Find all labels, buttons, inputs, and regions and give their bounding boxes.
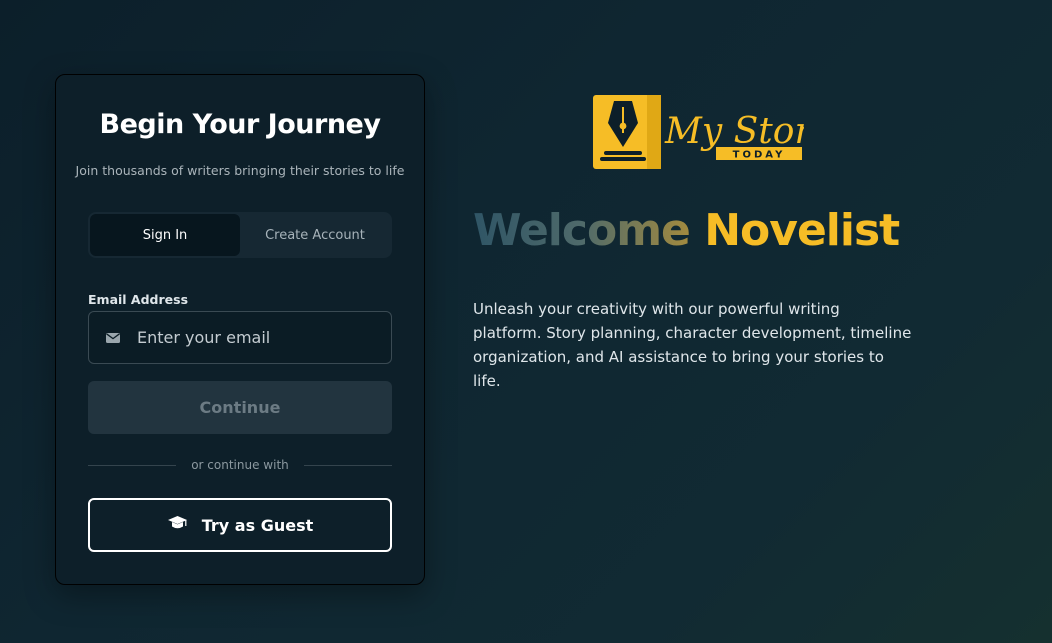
- divider-line-right: [304, 464, 392, 466]
- my-story-today-logo: My Story TODAY: [592, 93, 833, 171]
- auth-card: Begin Your Journey Join thousands of wri…: [55, 74, 425, 585]
- divider: or continue with: [88, 457, 392, 473]
- welcome-word: Welcome: [473, 205, 691, 256]
- card-subtitle: Join thousands of writers bringing their…: [75, 163, 405, 178]
- hero-description: Unleash your creativity with our powerfu…: [473, 300, 912, 390]
- novelist-word: Novelist: [704, 205, 900, 256]
- email-field-wrapper: [88, 311, 392, 364]
- divider-text: or continue with: [191, 458, 289, 472]
- graduation-cap-icon: [167, 515, 188, 535]
- fountain-pen-nib-icon: [593, 95, 661, 169]
- welcome-heading: Welcome Novelist: [473, 205, 900, 256]
- tab-sign-in[interactable]: Sign In: [90, 214, 240, 256]
- continue-button[interactable]: Continue: [88, 381, 392, 434]
- tab-create-account[interactable]: Create Account: [240, 214, 390, 256]
- mail-icon: [89, 332, 137, 343]
- email-input[interactable]: [137, 312, 391, 363]
- card-title: Begin Your Journey: [99, 109, 381, 140]
- auth-tabs: Sign In Create Account: [88, 212, 392, 258]
- divider-line-left: [88, 464, 176, 466]
- logo-badge: TODAY: [733, 150, 786, 161]
- try-as-guest-label: Try as Guest: [201, 515, 314, 535]
- try-as-guest-button[interactable]: Try as Guest: [88, 498, 392, 552]
- logo-wordmark: My Story: [664, 111, 804, 152]
- email-label: Email Address: [88, 292, 189, 307]
